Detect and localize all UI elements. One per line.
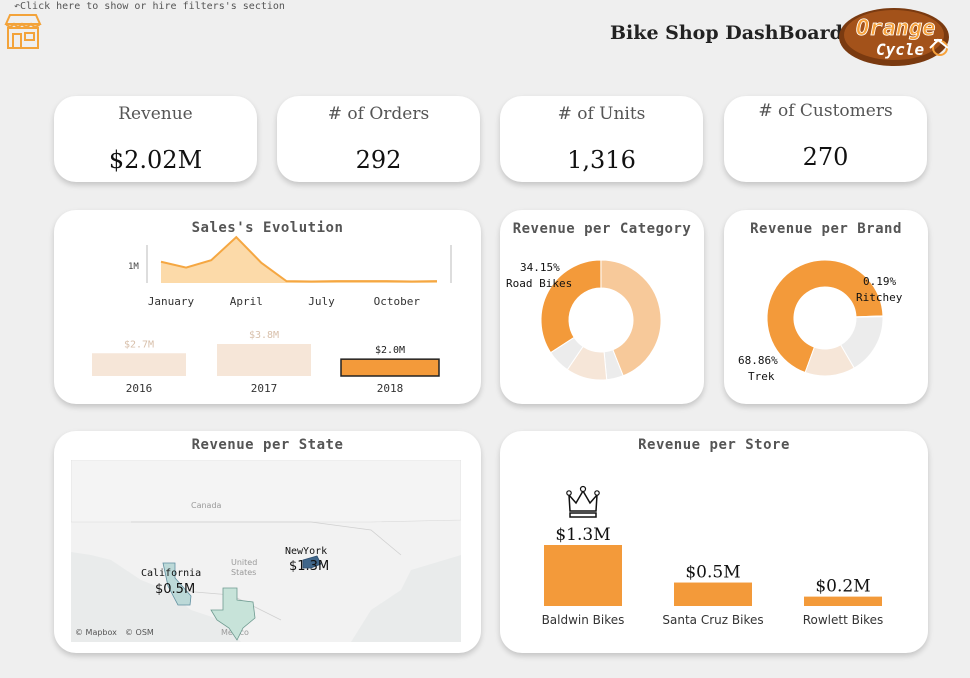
category-annotation-name: Road Bikes — [506, 277, 572, 290]
state-value-newyork: $1.3M — [289, 559, 329, 574]
store-bar — [674, 582, 752, 606]
kpi-card-revenue: Revenue $2.02M — [54, 96, 257, 182]
kpi-label: # of Units — [557, 104, 646, 124]
year-bar-label: $3.8M — [249, 330, 279, 341]
state-map-title: Revenue per State — [191, 437, 344, 453]
year-bar — [92, 353, 186, 376]
state-value-california: $0.5M — [155, 582, 195, 597]
sales-area — [161, 237, 437, 283]
year-tick-label: 2017 — [251, 382, 278, 395]
store-card: Revenue per Store $1.3M Baldwin Bikes $0.5… — [500, 431, 928, 653]
x-tick-label: July — [308, 295, 335, 308]
map-label-states: States — [231, 568, 256, 577]
year-bar-label: $2.0M — [375, 345, 405, 356]
kpi-card-orders: # of Orders 292 — [277, 96, 480, 182]
brand-annotation-name: Trek — [748, 370, 775, 383]
year-bar — [340, 358, 440, 377]
x-tick-label: October — [374, 295, 421, 308]
orange-cycle-logo: Orange Cycle — [838, 4, 966, 68]
store-bar — [804, 596, 882, 606]
crown-icon — [594, 490, 600, 496]
store-bar-label: $0.5M — [685, 563, 740, 583]
kpi-value: $2.02M — [108, 146, 203, 174]
filter-toggle-hint[interactable]: ↶Click here to show or hire filters's se… — [14, 1, 285, 12]
state-map-card: Revenue per State Canada United States M… — [54, 431, 481, 653]
crown-icon — [568, 489, 598, 518]
brand-annotation-pct: 0.19% — [863, 275, 896, 288]
sales-evolution-card: Sales's Evolution 1M January April July Octo… — [54, 210, 481, 404]
crown-icon — [566, 490, 572, 496]
kpi-card-customers: # of Customers 270 — [724, 96, 927, 182]
store-tick-label: Baldwin Bikes — [542, 613, 625, 627]
store-icon[interactable] — [2, 12, 44, 52]
year-tick-label: 2018 — [377, 382, 404, 395]
dashboard-title: Bike Shop DashBoard — [610, 22, 843, 44]
map-attribution-mapbox[interactable]: © Mapbox — [75, 628, 117, 637]
year-bar — [217, 344, 311, 376]
map-label-united: United — [231, 558, 257, 567]
store-bar-label: $1.3M — [555, 525, 610, 545]
kpi-value: 1,316 — [567, 146, 636, 174]
sales-evolution-chart[interactable]: 1M January April July October $2.7M 2016 $3.8M 2… — [54, 210, 481, 404]
y-tick-label: 1M — [128, 262, 139, 272]
us-map[interactable]: Canada United States Mexico California $… — [71, 460, 461, 642]
year-bar-label: $2.7M — [124, 339, 154, 350]
store-tick-label: Rowlett Bikes — [803, 613, 884, 627]
kpi-card-units: # of Units 1,316 — [500, 96, 703, 182]
x-tick-label: January — [148, 295, 195, 308]
x-tick-label: April — [230, 295, 263, 308]
kpi-label: # of Orders — [327, 104, 430, 124]
category-card: Revenue per Category 34.15% Road Bikes — [500, 210, 704, 404]
kpi-value: 292 — [355, 146, 402, 174]
year-tick-label: 2016 — [126, 382, 153, 395]
kpi-value: 270 — [802, 143, 849, 171]
logo-text-orange: Orange — [856, 16, 935, 41]
map-label-canada: Canada — [191, 501, 222, 510]
kpi-label: # of Customers — [758, 101, 893, 121]
store-bar — [544, 545, 622, 606]
state-label-california: California — [141, 568, 201, 579]
store-bar-label: $0.2M — [815, 577, 870, 597]
brand-annotation-pct: 68.86% — [738, 354, 778, 367]
state-label-newyork: NewYork — [285, 546, 327, 557]
map-attribution-osm[interactable]: © OSM — [125, 628, 154, 637]
crown-icon — [579, 485, 587, 493]
brand-donut-chart[interactable]: 0.19% Ritchey 68.86% Trek — [724, 210, 928, 404]
category-annotation-pct: 34.15% — [520, 261, 560, 274]
brand-card: Revenue per Brand 0.19% Ritchey 68.86% Trek — [724, 210, 928, 404]
brand-annotation-name: Ritchey — [856, 291, 903, 304]
store-bar-chart[interactable]: $1.3M Baldwin Bikes $0.5M Santa Cruz Bikes $… — [500, 431, 928, 653]
category-donut-chart[interactable]: 34.15% Road Bikes — [500, 210, 704, 404]
store-tick-label: Santa Cruz Bikes — [662, 613, 763, 627]
logo-text-cycle: Cycle — [876, 40, 925, 59]
kpi-label: Revenue — [118, 104, 193, 124]
